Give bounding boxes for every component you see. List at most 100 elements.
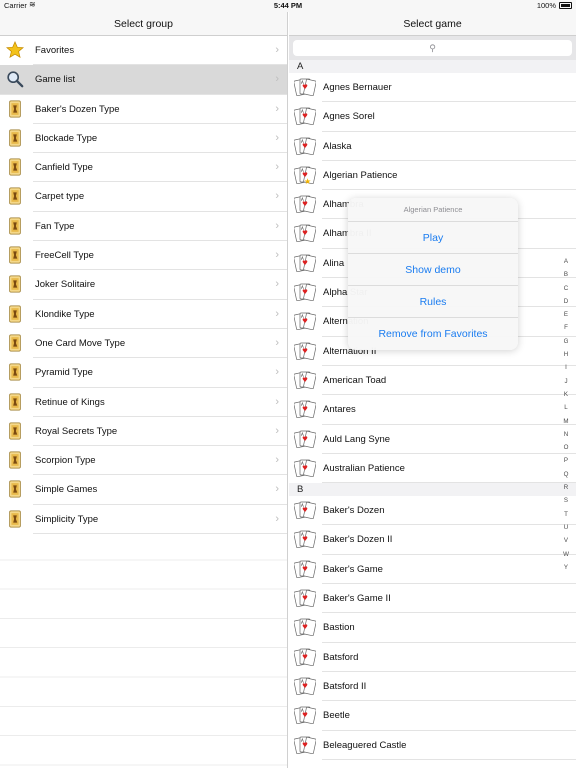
cards-icon: A [293, 341, 317, 362]
group-item-fan-type[interactable]: Fan Type › [9, 212, 287, 242]
svg-text:A: A [301, 80, 304, 85]
index-letter[interactable]: A [561, 255, 571, 268]
group-item-royal-secrets-type[interactable]: Royal Secrets Type › [9, 417, 287, 447]
svg-text:A: A [301, 532, 304, 537]
group-item-label: Favorites [35, 45, 75, 56]
cards-icon: A [293, 735, 317, 756]
game-row[interactable]: A Baker's Game [293, 555, 576, 585]
game-row[interactable]: A Baker's Game II [293, 584, 576, 614]
card-icon [6, 480, 24, 498]
game-label: Alaska [323, 140, 352, 152]
group-item-label: Joker Solitaire [35, 279, 96, 291]
section-index[interactable]: ABCDEFGHIJKLMNOPQRSTUVWY [561, 255, 571, 574]
group-item-simplicity-type[interactable]: Simplicity Type › [9, 505, 287, 535]
index-letter[interactable]: Y [561, 561, 571, 574]
game-label: Alina [323, 257, 345, 269]
index-letter[interactable]: I [561, 361, 571, 374]
game-label: Baker's Dozen [323, 505, 385, 517]
index-letter[interactable]: F [561, 321, 571, 334]
group-item-label: FreeCell Type [35, 250, 94, 262]
group-item-blockade-type[interactable]: Blockade Type › [9, 124, 287, 154]
popup-title: Algerian Patience [348, 198, 518, 222]
group-item-freecell-type[interactable]: FreeCell Type › [9, 241, 287, 271]
game-row[interactable]: A Alaska [293, 132, 576, 161]
index-letter[interactable]: K [561, 388, 571, 401]
cards-icon: A [293, 194, 317, 215]
group-item-one-card-move-type[interactable]: One Card Move Type › [9, 329, 287, 359]
group-item-label: Simple Games [35, 484, 98, 496]
game-label: Bastion [323, 622, 355, 634]
rules-button[interactable]: Rules [348, 286, 518, 318]
index-letter[interactable]: V [561, 534, 571, 547]
search-input[interactable]: ⚲ [293, 40, 572, 56]
index-letter[interactable]: J [561, 375, 571, 388]
cards-icon: A [293, 399, 317, 420]
index-letter[interactable]: L [561, 401, 571, 414]
group-item-carpet-type[interactable]: Carpet type › [9, 182, 287, 212]
index-letter[interactable]: Q [561, 468, 571, 481]
index-letter[interactable]: G [561, 335, 571, 348]
game-label: Australian Patience [323, 462, 405, 474]
remove-favorite-button[interactable]: Remove from Favorites [348, 318, 518, 350]
section-header-b: B [289, 483, 576, 497]
svg-text:A: A [301, 562, 304, 567]
group-item-pyramid-type[interactable]: Pyramid Type › [9, 358, 287, 388]
group-item-joker-solitaire[interactable]: Joker Solitaire › [9, 270, 287, 300]
svg-text:A: A [301, 708, 304, 713]
cards-icon: A [293, 311, 317, 332]
show-demo-button[interactable]: Show demo [348, 254, 518, 286]
group-item-game-list[interactable]: Game list › [0, 65, 287, 95]
index-letter[interactable]: M [561, 415, 571, 428]
game-row[interactable]: A Beetle [293, 701, 576, 731]
index-letter[interactable]: N [561, 428, 571, 441]
index-letter[interactable]: P [561, 454, 571, 467]
chevron-right-icon: › [275, 483, 279, 496]
group-item-simple-games[interactable]: Simple Games › [9, 475, 287, 505]
game-row[interactable]: A ★ Algerian Patience [293, 161, 576, 191]
game-row[interactable]: A Batsford II [293, 672, 576, 702]
index-letter[interactable]: E [561, 308, 571, 321]
index-letter[interactable]: U [561, 521, 571, 534]
game-row[interactable]: A Australian Patience [293, 454, 576, 484]
game-row[interactable]: A Antares [293, 395, 576, 425]
game-row[interactable]: A Batsford [293, 643, 576, 672]
chevron-right-icon: › [275, 395, 279, 408]
index-letter[interactable]: T [561, 508, 571, 521]
group-item-label: Blockade Type [35, 132, 98, 144]
group-item-baker-s-dozen-type[interactable]: Baker's Dozen Type › [9, 95, 287, 124]
favorite-star-icon: ★ [304, 176, 312, 186]
chevron-right-icon: › [275, 219, 279, 232]
group-item-favorites[interactable]: Favorites › [5, 36, 287, 66]
group-item-klondike-type[interactable]: Klondike Type › [9, 300, 287, 329]
game-row[interactable]: A Agnes Sorel [293, 102, 576, 132]
group-item-canfield-type[interactable]: Canfield Type › [9, 153, 287, 183]
game-row[interactable]: A Auld Lang Syne [293, 425, 576, 454]
search-icon: ⚲ [429, 43, 436, 53]
play-button[interactable]: Play [348, 222, 518, 254]
svg-text:A: A [301, 139, 304, 144]
svg-text:A: A [301, 109, 304, 114]
game-row[interactable]: A Beleaguered Castle [293, 731, 576, 760]
group-item-label: Fan Type [35, 220, 75, 232]
group-item-scorpion-type[interactable]: Scorpion Type › [9, 446, 287, 476]
cards-icon: A [293, 106, 317, 127]
game-row[interactable]: A Bastion [293, 613, 576, 643]
index-letter[interactable]: W [561, 548, 571, 561]
index-letter[interactable]: R [561, 481, 571, 494]
card-icon [6, 187, 24, 205]
game-row[interactable]: A American Toad [293, 366, 576, 396]
index-letter[interactable]: S [561, 494, 571, 507]
cards-icon: A [293, 705, 317, 726]
game-row[interactable]: A Baker's Dozen [293, 496, 576, 526]
index-letter[interactable]: O [561, 441, 571, 454]
index-letter[interactable]: C [561, 282, 571, 295]
game-row[interactable]: A Baker's Dozen II [293, 525, 576, 555]
card-icon [6, 305, 24, 323]
game-row[interactable]: A Agnes Bernauer [293, 73, 576, 103]
index-letter[interactable]: B [561, 268, 571, 281]
index-letter[interactable]: D [561, 295, 571, 308]
index-letter[interactable]: H [561, 348, 571, 361]
group-item-retinue-of-kings[interactable]: Retinue of Kings › [9, 388, 287, 417]
star-icon [5, 40, 25, 59]
group-item-label: Klondike Type [35, 308, 95, 320]
